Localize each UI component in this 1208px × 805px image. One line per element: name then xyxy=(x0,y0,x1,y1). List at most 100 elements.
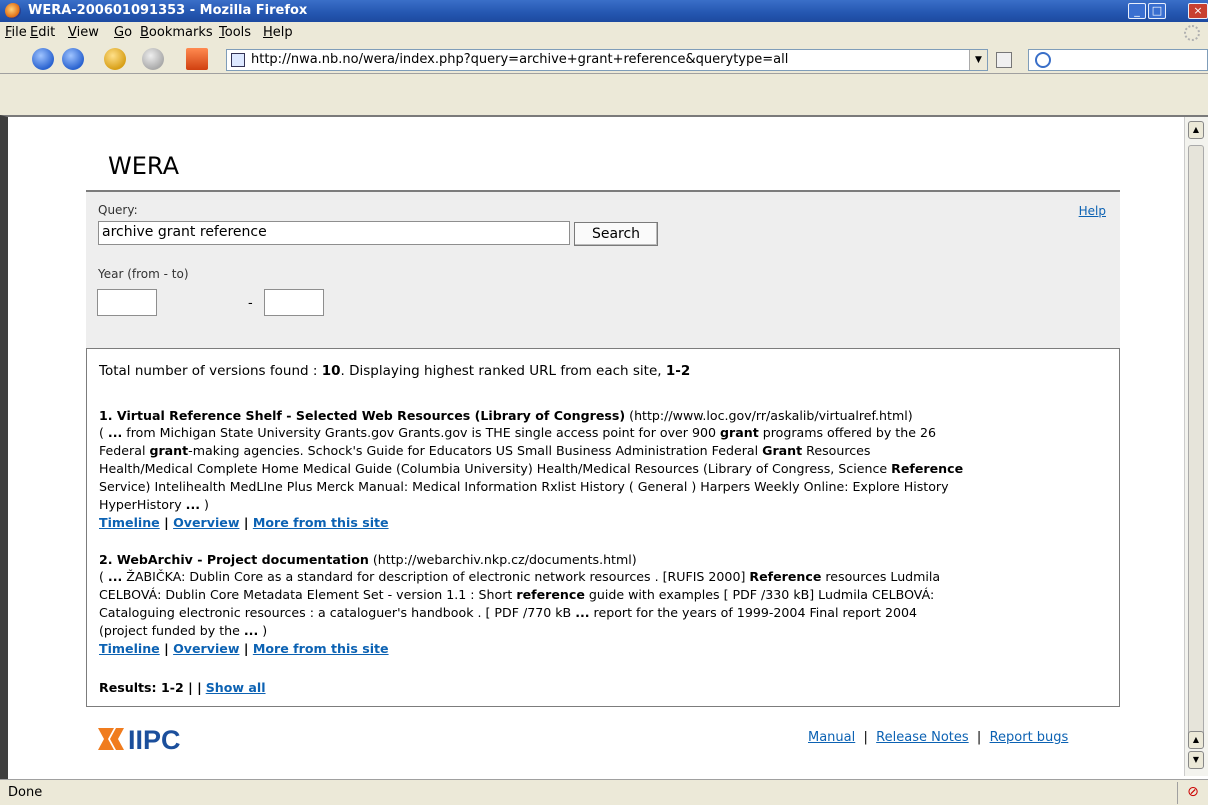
menu-edit[interactable]: Edit xyxy=(30,25,55,40)
result-title[interactable]: 2. WebArchiv - Project documentation xyxy=(99,552,369,567)
timeline-link[interactable]: Timeline xyxy=(99,641,160,656)
snippet-text: guide with examples [ PDF /330 kB] Ludmi… xyxy=(584,587,935,602)
snippet-text: Service) Intelihealth MedLIne Plus Merck… xyxy=(99,479,949,494)
status-bar: Done ⊘ xyxy=(0,779,1208,805)
highlight-term: reference xyxy=(516,587,585,602)
result-links: Timeline | Overview | More from this sit… xyxy=(99,514,389,531)
highlight-term: ... xyxy=(107,569,123,584)
url-text[interactable]: http://nwa.nb.no/wera/index.php?query=ar… xyxy=(251,52,788,67)
snippet-text: HyperHistory xyxy=(99,497,186,512)
forward-icon[interactable] xyxy=(62,48,84,70)
more-from-site-link[interactable]: More from this site xyxy=(253,515,389,530)
link-separator: | xyxy=(239,515,253,530)
menu-file[interactable]: File xyxy=(5,25,27,40)
title-bar: WERA-200601091353 - Mozilla Firefox _ □ … xyxy=(0,0,1208,22)
year-label: Year (from - to) xyxy=(98,267,189,281)
result-heading: 2. WebArchiv - Project documentation (ht… xyxy=(99,551,637,568)
highlight-term: Grant xyxy=(762,443,803,458)
query-label: Query: xyxy=(98,203,138,217)
result-snippet-line: HyperHistory ... ) xyxy=(99,496,209,513)
summary-prefix: Total number of versions found : xyxy=(99,363,322,379)
snippet-text: Cataloguing electronic resources : a cat… xyxy=(99,605,576,620)
result-title[interactable]: 1. Virtual Reference Shelf - Selected We… xyxy=(99,408,625,423)
release-notes-link[interactable]: Release Notes xyxy=(876,730,968,745)
results-summary: Total number of versions found : 10. Dis… xyxy=(99,363,690,380)
menu-view[interactable]: View xyxy=(68,25,99,40)
highlight-term: grant xyxy=(149,443,189,458)
firefox-icon xyxy=(5,3,21,19)
result-snippet-line: CELBOVÁ: Dublin Core Metadata Element Se… xyxy=(99,586,934,603)
overview-link[interactable]: Overview xyxy=(173,515,239,530)
scroll-down-icon[interactable]: ▼ xyxy=(1188,751,1204,769)
close-button[interactable]: × xyxy=(1188,3,1208,19)
status-divider xyxy=(1177,782,1178,804)
link-separator: | xyxy=(239,641,253,656)
result-snippet-line: Cataloguing electronic resources : a cat… xyxy=(99,604,917,621)
link-separator: | xyxy=(159,515,174,530)
maximize-button[interactable]: □ xyxy=(1148,3,1166,19)
iipc-text: IIPC xyxy=(128,725,181,754)
results-panel: Total number of versions found : 10. Dis… xyxy=(86,348,1120,707)
reload-icon[interactable] xyxy=(104,48,126,70)
help-link[interactable]: Help xyxy=(1079,204,1106,218)
menu-bookmarks[interactable]: Bookmarks xyxy=(140,25,213,40)
result-snippet-line: Federal grant-making agencies. Schock's … xyxy=(99,442,870,459)
menu-go[interactable]: Go xyxy=(114,25,132,40)
snippet-text: ŽABIČKA: Dublin Core as a standard for d… xyxy=(122,569,750,584)
snippet-text: (project funded by the xyxy=(99,623,244,638)
navigation-toolbar: http://nwa.nb.no/wera/index.php?query=ar… xyxy=(0,44,1208,74)
summary-range: 1-2 xyxy=(665,363,691,379)
wera-logo: WERA xyxy=(108,152,180,180)
result-snippet-line: Service) Intelihealth MedLIne Plus Merck… xyxy=(99,478,949,495)
show-all-link[interactable]: Show all xyxy=(206,680,266,695)
page-icon xyxy=(231,53,245,67)
minimize-button[interactable]: _ xyxy=(1128,3,1146,19)
menu-help[interactable]: Help xyxy=(263,25,293,40)
scroll-thumb[interactable] xyxy=(1188,145,1204,745)
vertical-scrollbar[interactable]: ▲ ▲ ▼ xyxy=(1184,117,1208,776)
overview-link[interactable]: Overview xyxy=(173,641,239,656)
link-separator: | xyxy=(159,641,174,656)
url-bar[interactable]: http://nwa.nb.no/wera/index.php?query=ar… xyxy=(226,49,988,71)
results-footer: Results: 1-2 | | Show all xyxy=(99,679,266,696)
home-icon[interactable] xyxy=(186,48,208,70)
snippet-text: Health/Medical Complete Home Medical Gui… xyxy=(99,461,892,476)
snippet-text: resources Ludmila xyxy=(821,569,941,584)
more-from-site-link[interactable]: More from this site xyxy=(253,641,389,656)
query-input[interactable]: archive grant reference xyxy=(98,221,570,245)
search-box[interactable] xyxy=(1028,49,1208,71)
snippet-text: report for the years of 1999-2004 Final … xyxy=(589,605,918,620)
year-to-input[interactable] xyxy=(264,289,324,316)
url-dropdown-icon[interactable]: ▼ xyxy=(969,50,987,70)
result-url: (http://www.loc.gov/rr/askalib/virtualre… xyxy=(625,408,913,423)
year-from-input[interactable] xyxy=(97,289,157,316)
throbber-icon xyxy=(1184,25,1200,41)
snippet-text: CELBOVÁ: Dublin Core Metadata Element Se… xyxy=(99,587,517,602)
highlight-term: ... xyxy=(107,425,123,440)
report-bugs-link[interactable]: Report bugs xyxy=(990,730,1069,745)
result-heading: 1. Virtual Reference Shelf - Selected We… xyxy=(99,407,913,424)
highlight-term: grant xyxy=(720,425,759,440)
snippet-text: Resources xyxy=(802,443,871,458)
year-dash: - xyxy=(248,296,253,311)
timeline-link[interactable]: Timeline xyxy=(99,515,160,530)
search-button[interactable]: Search xyxy=(574,222,658,246)
go-icon[interactable] xyxy=(996,52,1012,68)
snippet-text: Federal xyxy=(99,443,150,458)
scroll-up-small-icon[interactable]: ▲ xyxy=(1188,731,1204,749)
menu-bar: File Edit View Go Bookmarks Tools Help xyxy=(0,22,1208,44)
stop-icon[interactable] xyxy=(142,48,164,70)
highlight-term: ... xyxy=(575,605,590,620)
back-icon[interactable] xyxy=(32,48,54,70)
iipc-logo: IIPC xyxy=(98,725,181,754)
snippet-text: ( xyxy=(99,425,108,440)
result-url: (http://webarchiv.nkp.cz/documents.html) xyxy=(368,552,637,567)
highlight-term: Reference xyxy=(891,461,964,476)
scroll-up-icon[interactable]: ▲ xyxy=(1188,121,1204,139)
snippet-text: -making agencies. Schock's Guide for Edu… xyxy=(188,443,763,458)
search-icon xyxy=(1035,52,1051,68)
result-snippet-line: (project funded by the ... ) xyxy=(99,622,267,639)
menu-tools[interactable]: Tools xyxy=(219,25,251,40)
summary-middle: . Displaying highest ranked URL from eac… xyxy=(340,363,666,379)
manual-link[interactable]: Manual xyxy=(808,730,855,745)
